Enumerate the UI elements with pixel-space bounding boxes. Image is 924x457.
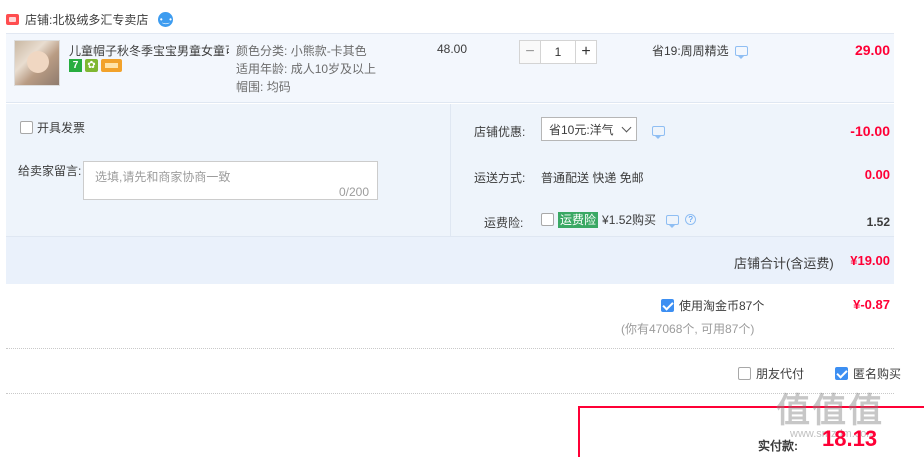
quantity-decrease-button[interactable]: − [519,40,541,64]
coupon-select[interactable]: 省10元:洋气 [541,117,637,141]
insurance-chat-icon[interactable] [666,214,680,228]
coin-discount-value: ¥-0.87 [853,297,890,312]
service-badges: 7 ✿ [69,59,122,72]
product-thumbnail[interactable] [14,40,60,86]
anonymous-label[interactable]: 匿名购买 [853,365,901,382]
coupon-chat-icon[interactable] [652,126,665,139]
coin-checkbox[interactable] [661,299,674,312]
insurance-value: 1.52 [866,215,890,229]
help-question-icon[interactable]: ? [685,214,697,225]
checkout-page: 店铺: 北极绒多汇专卖店 •‿• 儿童帽子秋冬季宝宝男童女童可... 7 ✿ 颜… [0,0,924,457]
friend-pay-label[interactable]: 朋友代付 [756,365,804,382]
shop-header: 店铺: 北极绒多汇专卖店 •‿• [6,9,174,29]
message-placeholder: 选填,请先和商家协商一致 [95,170,231,184]
promotion-text: 省19:周周精选 [652,44,729,58]
shop-icon [6,13,19,25]
payment-label: 实付款: [758,439,798,453]
shipping-method: 普通配送 快递 免邮 [541,171,644,185]
coupon-discount-value: -10.00 [850,123,890,139]
subtotal-label: 店铺合计(含运费) [734,256,834,271]
chevron-down-icon [621,122,632,132]
attr-size: 帽围: 均码 [236,80,291,94]
payment-value: 18.13 [822,426,878,451]
seven-day-return-icon[interactable]: 7 [69,59,82,72]
message-counter: 0/200 [339,185,370,199]
promotion-chat-icon[interactable] [734,45,748,59]
message-label: 给卖家留言: [18,164,82,178]
invoice-option[interactable]: 开具发票 [20,119,85,136]
quantity-increase-button[interactable]: + [575,40,597,64]
shop-name[interactable]: 北极绒多汇专卖店 [52,11,148,28]
item-promotion: 省19:周周精选 [652,42,748,59]
shipping-fee: 0.00 [864,167,890,182]
friend-pay-checkbox[interactable] [738,367,751,380]
insurance-option[interactable]: 运费险 ¥1.52购买 ? [541,211,697,228]
coin-balance-note: (你有47068个, 可用87个) [621,322,755,336]
insurance-price: ¥1.52购买 [602,213,657,227]
attr-color: 颜色分类: 小熊款-卡其色 [236,44,367,58]
product-attributes: 颜色分类: 小熊款-卡其色 适用年龄: 成人10岁及以上 帽围: 均码 [236,42,376,96]
insurance-label: 运费险: [484,216,524,230]
shop-label: 店铺: [25,12,53,27]
anonymous-option[interactable]: 匿名购买 [835,365,901,382]
divider [6,348,894,349]
credit-card-icon[interactable] [101,59,122,72]
coupon-label: 店铺优惠: [474,125,526,139]
unit-price: 48.00 [437,42,468,56]
item-total: 29.00 [854,42,890,58]
invoice-checkbox[interactable] [20,121,33,134]
friend-pay-option[interactable]: 朋友代付 [738,365,804,382]
wangwang-chat-icon[interactable]: •‿• [158,11,174,27]
insurance-tag: 运费险 [558,211,599,228]
quantity-input[interactable]: 1 [541,40,575,64]
divider [6,393,894,394]
shipping-label: 运送方式: [474,171,526,185]
anonymous-checkbox[interactable] [835,367,848,380]
coin-label[interactable]: 使用淘金币87个 [679,297,764,314]
subtotal-value: ¥19.00 [850,253,890,268]
coupon-selected-value: 省10元:洋气 [549,122,614,137]
watermark-logo: 值值值 [776,392,884,430]
product-title[interactable]: 儿童帽子秋冬季宝宝男童女童可... [69,42,229,59]
invoice-label[interactable]: 开具发票 [37,119,85,136]
shield-guarantee-icon[interactable]: ✿ [85,59,98,72]
coin-option[interactable]: 使用淘金币87个 [661,297,764,314]
insurance-checkbox[interactable] [541,213,554,226]
attr-age: 适用年龄: 成人10岁及以上 [236,62,377,76]
quantity-stepper: − 1 + [519,40,597,64]
